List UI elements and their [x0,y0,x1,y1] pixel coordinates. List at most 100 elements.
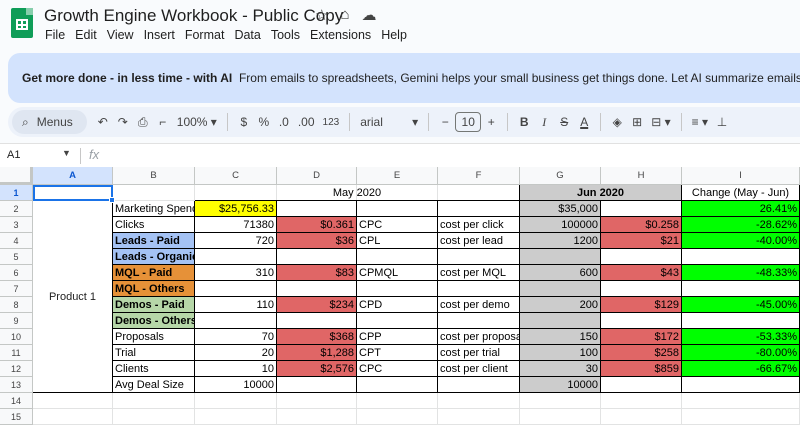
cell-c8[interactable]: 110 [195,297,277,313]
paint-format-icon[interactable]: ⌐ [153,110,173,134]
bold-icon[interactable]: B [514,110,534,134]
cell-e9[interactable] [357,313,438,329]
column-header-a[interactable]: A [33,167,113,185]
row-header-3[interactable]: 3 [0,217,33,233]
cell-d9[interactable] [277,313,357,329]
cell-f5[interactable] [438,249,520,265]
cell-f3[interactable]: cost per click [438,217,520,233]
cell[interactable] [195,409,277,425]
cell-f9[interactable] [438,313,520,329]
cell-h2[interactable] [601,201,682,217]
cell[interactable] [601,393,682,409]
row-header-8[interactable]: 8 [0,297,33,313]
column-header-d[interactable]: D [277,167,357,185]
cell-b4[interactable]: Leads - Paid [113,233,195,249]
decrease-decimal-button[interactable]: .0 [274,110,294,134]
menu-edit[interactable]: Edit [70,28,102,42]
cell-c12[interactable]: 10 [195,361,277,377]
menus-search[interactable]: ⌕ Menus [12,110,87,134]
text-color-icon[interactable]: A [574,110,594,134]
more-formats-button[interactable]: 123 [319,110,344,134]
header-change[interactable]: Change (May - Jun) [682,185,800,201]
cell-g7[interactable] [520,281,601,297]
cell-g3[interactable]: 100000 [520,217,601,233]
menu-help[interactable]: Help [376,28,412,42]
cell-g6[interactable]: 600 [520,265,601,281]
cell-f11[interactable]: cost per trial [438,345,520,361]
spreadsheet-grid[interactable]: A B C D E F G H I 1 2 3 4 5 6 7 8 9 10 11 12 13 14 15 May 2020 Ju… [0,167,800,430]
cell-e11[interactable]: CPT [357,345,438,361]
cell-h9[interactable] [601,313,682,329]
cell-c9[interactable] [195,313,277,329]
cell-i13[interactable] [682,377,800,393]
cell[interactable] [357,409,438,425]
cell-i9[interactable] [682,313,800,329]
cell-i10[interactable]: -53.33% [682,329,800,345]
header-jun-2020[interactable]: Jun 2020 [520,185,682,201]
cell-e12[interactable]: CPC [357,361,438,377]
cell-h4[interactable]: $21 [601,233,682,249]
cell[interactable] [520,393,601,409]
row-header-2[interactable]: 2 [0,201,33,217]
cell-g11[interactable]: 100 [520,345,601,361]
cell-e4[interactable]: CPL [357,233,438,249]
row-header-10[interactable]: 10 [0,329,33,345]
cell-e3[interactable]: CPC [357,217,438,233]
cell-e8[interactable]: CPD [357,297,438,313]
cell-e2[interactable] [357,201,438,217]
cell-g12[interactable]: 30 [520,361,601,377]
cell-b7[interactable]: MQL - Others [113,281,195,297]
cell-g8[interactable]: 200 [520,297,601,313]
cell-h10[interactable]: $172 [601,329,682,345]
cell-b3[interactable]: Clicks [113,217,195,233]
cell-c7[interactable] [195,281,277,297]
row-header-13[interactable]: 13 [0,377,33,393]
cell-f2[interactable] [438,201,520,217]
cell-h6[interactable]: $43 [601,265,682,281]
cell-e6[interactable]: CPMQL [357,265,438,281]
print-icon[interactable]: ⎙ [133,110,153,134]
menu-format[interactable]: Format [180,28,230,42]
cell-f13[interactable] [438,377,520,393]
document-title[interactable]: Growth Engine Workbook - Public Copy [44,6,343,26]
cell-i8[interactable]: -45.00% [682,297,800,313]
cell-h8[interactable]: $129 [601,297,682,313]
row-header-14[interactable]: 14 [0,393,33,409]
cell-e5[interactable] [357,249,438,265]
menu-data[interactable]: Data [229,28,265,42]
cell[interactable] [438,409,520,425]
cell-i5[interactable] [682,249,800,265]
menu-file[interactable]: File [44,28,70,42]
fill-color-icon[interactable]: ◈ [607,110,627,134]
cell-e13[interactable] [357,377,438,393]
cell-e7[interactable] [357,281,438,297]
cell-f4[interactable]: cost per lead [438,233,520,249]
cell-i7[interactable] [682,281,800,297]
cell[interactable] [601,409,682,425]
undo-icon[interactable]: ↶ [93,110,113,134]
zoom-select[interactable]: 100% ▾ [173,110,221,134]
cell-h3[interactable]: $0.258 [601,217,682,233]
cell-d10[interactable]: $368 [277,329,357,345]
italic-icon[interactable]: I [534,110,554,134]
strikethrough-icon[interactable]: S [554,110,574,134]
redo-icon[interactable]: ↷ [113,110,133,134]
merge-cells-icon[interactable]: ⊟ ▾ [647,110,674,134]
vertical-align-icon[interactable]: ⊥ [712,110,732,134]
cell-f8[interactable]: cost per demo [438,297,520,313]
row-header-1[interactable]: 1 [0,185,33,201]
cell[interactable] [113,393,195,409]
sheets-logo-icon[interactable] [11,8,33,38]
cell-c4[interactable]: 720 [195,233,277,249]
cell-g4[interactable]: 1200 [520,233,601,249]
cell-i4[interactable]: -40.00% [682,233,800,249]
cell-b2[interactable]: Marketing Spend [113,201,195,217]
cell[interactable] [113,409,195,425]
row-header-15[interactable]: 15 [0,409,33,425]
menu-insert[interactable]: Insert [139,28,180,42]
row-header-11[interactable]: 11 [0,345,33,361]
cell[interactable] [277,409,357,425]
cell-b12[interactable]: Clients [113,361,195,377]
cell-d6[interactable]: $83 [277,265,357,281]
fill-handle[interactable] [109,197,115,203]
